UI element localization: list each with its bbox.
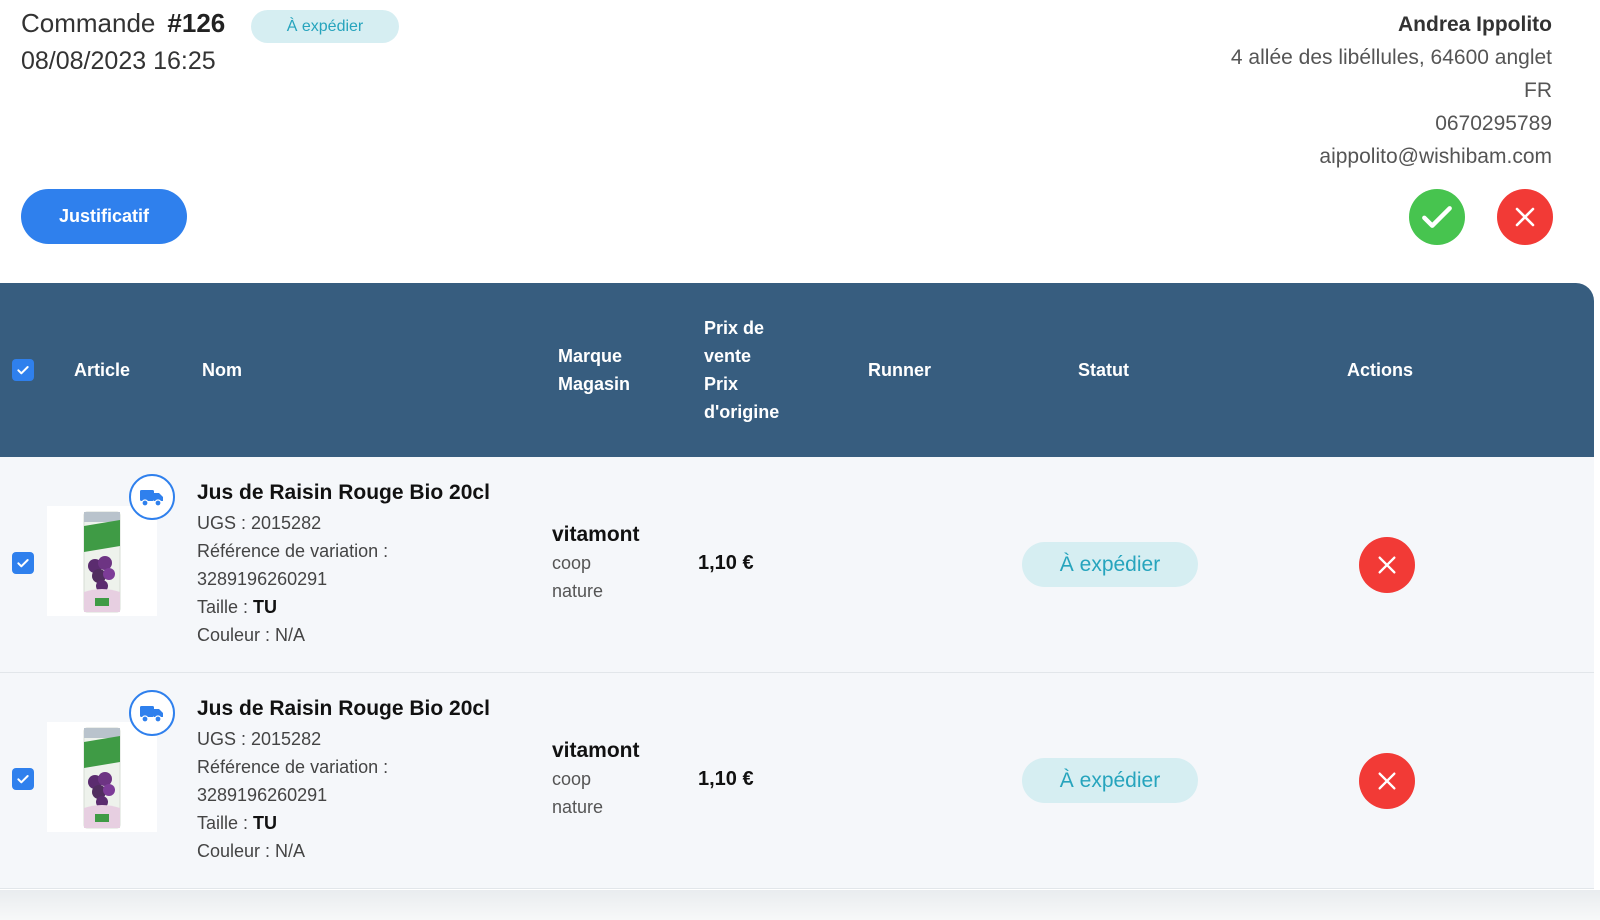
- check-icon: [1422, 206, 1452, 228]
- product-price: 1,10 €: [698, 552, 754, 574]
- product-size-label: Taille :: [197, 597, 249, 617]
- product-image: [47, 506, 157, 616]
- header-article[interactable]: Article: [74, 356, 130, 384]
- product-brand: vitamont: [552, 523, 640, 546]
- product-ugs: UGS : 2015282: [197, 513, 322, 533]
- product-variation-label: Référence de variation :: [197, 757, 389, 777]
- order-title: Commande #126: [21, 8, 225, 39]
- order-label: Commande: [21, 8, 156, 38]
- select-all-checkbox[interactable]: [12, 359, 34, 381]
- header-prix-origine-2: d'origine: [704, 402, 780, 422]
- checkmark-icon: [17, 559, 29, 568]
- header-prix-origine-1: Prix: [704, 374, 739, 394]
- truck-icon: [140, 490, 163, 507]
- customer-info: Andrea Ippolito 4 allée des libéllules, …: [1231, 8, 1552, 173]
- page-footer-shadow: [0, 890, 1600, 920]
- delivery-mode-button[interactable]: [129, 474, 175, 520]
- product-color: Couleur : N/A: [197, 841, 306, 861]
- checkmark-icon: [17, 775, 29, 784]
- product-store-line1: coop: [552, 769, 592, 789]
- product-details: UGS : 2015282 Référence de variation : 3…: [197, 509, 388, 649]
- order-items-table: Article Nom Marque Magasin Prix de vente…: [0, 283, 1594, 890]
- product-status-badge: À expédier: [1022, 542, 1198, 587]
- customer-country: FR: [1524, 79, 1552, 102]
- header-marque-magasin[interactable]: Marque Magasin: [558, 342, 630, 398]
- header-runner[interactable]: Runner: [868, 356, 931, 384]
- product-store-line1: coop: [552, 553, 592, 573]
- header-statut[interactable]: Statut: [1078, 356, 1129, 384]
- justificatif-button[interactable]: Justificatif: [21, 189, 187, 244]
- delivery-mode-button[interactable]: [129, 690, 175, 736]
- product-variation-label: Référence de variation :: [197, 541, 389, 561]
- product-brand-store: vitamont coop nature: [552, 521, 640, 605]
- product-store-line2: nature: [552, 797, 604, 817]
- product-brand: vitamont: [552, 739, 640, 762]
- customer-phone: 0670295789: [1435, 112, 1552, 135]
- header-marque: Marque: [558, 346, 623, 366]
- remove-item-button[interactable]: [1359, 537, 1415, 593]
- juice-carton-icon: [83, 511, 121, 613]
- product-details: UGS : 2015282 Référence de variation : 3…: [197, 725, 388, 865]
- product-brand-store: vitamont coop nature: [552, 737, 640, 821]
- header-magasin: Magasin: [558, 374, 631, 394]
- row-checkbox[interactable]: [12, 552, 34, 574]
- row-checkbox[interactable]: [12, 768, 34, 790]
- header-actions: Actions: [1347, 360, 1414, 380]
- product-image: [47, 722, 157, 832]
- product-ugs: UGS : 2015282: [197, 729, 322, 749]
- product-size: Taille : TU: [197, 809, 388, 837]
- table-header: Article Nom Marque Magasin Prix de vente…: [0, 283, 1594, 457]
- product-store-line2: nature: [552, 581, 604, 601]
- product-status-badge: À expédier: [1022, 758, 1198, 803]
- validate-order-button[interactable]: [1409, 189, 1465, 245]
- checkmark-icon: [17, 366, 29, 375]
- product-variation-value: 3289196260291: [197, 785, 328, 805]
- product-variation-value: 3289196260291: [197, 569, 328, 589]
- close-icon: [1378, 772, 1396, 790]
- table-row: Jus de Raisin Rouge Bio 20cl UGS : 20152…: [0, 457, 1594, 673]
- product-color: Couleur : N/A: [197, 625, 306, 645]
- order-status-badge: À expédier: [251, 10, 399, 43]
- product-price: 1,10 €: [698, 768, 754, 790]
- customer-address: 4 allée des libéllules, 64600 anglet: [1230, 46, 1552, 69]
- header-prix-vente-2: vente: [704, 346, 752, 366]
- remove-item-button[interactable]: [1359, 753, 1415, 809]
- product-size: Taille : TU: [197, 593, 388, 621]
- product-size-label: Taille :: [197, 813, 249, 833]
- header-prix[interactable]: Prix de vente Prix d'origine: [704, 314, 779, 426]
- close-icon: [1515, 207, 1535, 227]
- header-nom[interactable]: Nom: [202, 356, 242, 384]
- truck-icon: [140, 706, 163, 723]
- reject-order-button[interactable]: [1497, 189, 1553, 245]
- product-name: Jus de Raisin Rouge Bio 20cl: [197, 481, 490, 504]
- table-row: Jus de Raisin Rouge Bio 20cl UGS : 20152…: [0, 673, 1594, 889]
- product-size-value: TU: [253, 597, 278, 617]
- order-number: #126: [167, 8, 226, 38]
- header-prix-vente-1: Prix de: [704, 318, 765, 338]
- product-name: Jus de Raisin Rouge Bio 20cl: [197, 697, 490, 720]
- juice-carton-icon: [83, 727, 121, 829]
- order-date: 08/08/2023 16:25: [21, 47, 216, 75]
- product-size-value: TU: [253, 813, 278, 833]
- close-icon: [1378, 556, 1396, 574]
- customer-name: Andrea Ippolito: [1398, 13, 1552, 36]
- customer-email: aippolito@wishibam.com: [1319, 145, 1552, 168]
